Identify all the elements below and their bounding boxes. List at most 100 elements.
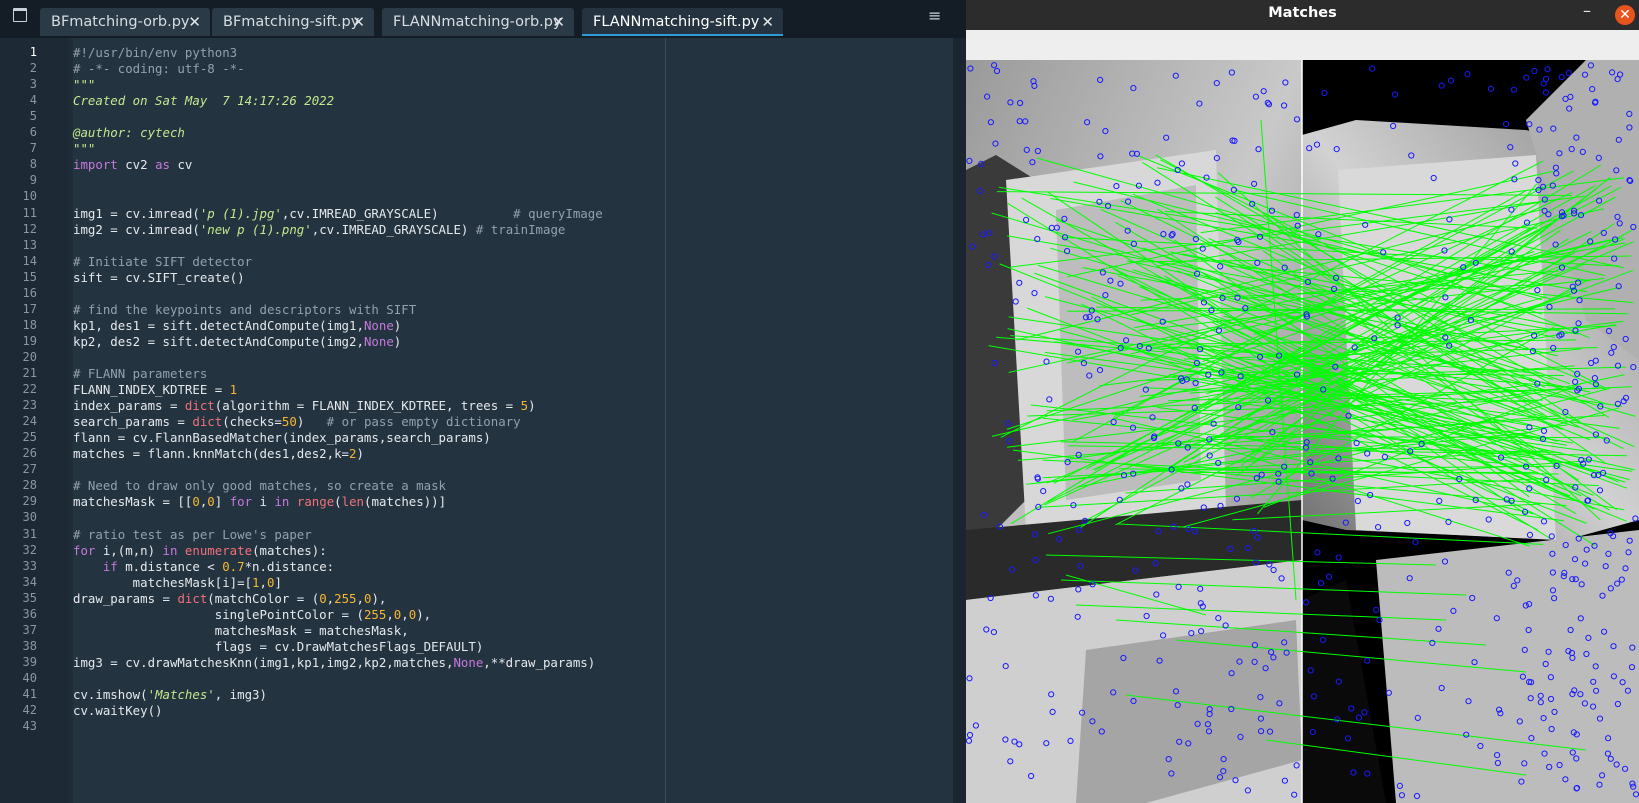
line-number: 27 bbox=[22, 462, 37, 477]
line-number-gutter: 1 2 3 4 5 6 7 8 9 10 11 12 13 14 15 16 17 18 19 20 21 22 23 24 2… bbox=[0, 38, 68, 803]
code-line[interactable]: @author: cytech bbox=[73, 125, 185, 140]
line-number: 28 bbox=[22, 478, 37, 493]
tab-bar: BFmatching-orb.py ✕ BFmatching-sift.py ✕ FLA… bbox=[0, 0, 966, 38]
code-line[interactable]: # FLANN parameters bbox=[73, 366, 207, 381]
line-number: 19 bbox=[22, 333, 37, 348]
tab-label: BFmatching-sift.py bbox=[223, 14, 360, 30]
matches-window: Matches – ✕ bbox=[966, 0, 1639, 803]
code-line[interactable]: matchesMask = matchesMask, bbox=[73, 623, 409, 638]
tab-close-icon[interactable]: ✕ bbox=[352, 8, 365, 36]
line-number: 39 bbox=[22, 654, 37, 669]
code-line[interactable]: #!/usr/bin/env python3 bbox=[73, 45, 237, 60]
tab-flannmatching-orb-py[interactable]: FLANNmatching-orb.py ✕ bbox=[382, 8, 574, 36]
line-number: 30 bbox=[22, 510, 37, 525]
line-length-ruler bbox=[665, 38, 666, 803]
line-number: 22 bbox=[22, 382, 37, 397]
code-line[interactable]: # find the keypoints and descriptors wit… bbox=[73, 302, 416, 317]
code-line[interactable]: matchesMask[i]=[1,0] bbox=[73, 575, 282, 590]
code-line[interactable]: if m.distance < 0.7*n.distance: bbox=[73, 559, 334, 574]
line-number: 11 bbox=[22, 205, 37, 220]
line-number: 1 bbox=[29, 45, 37, 59]
tab-label: BFmatching-orb.py bbox=[51, 14, 190, 30]
line-number: 18 bbox=[22, 317, 37, 332]
code-line[interactable]: search_params = dict(checks=50) # or pas… bbox=[73, 414, 521, 429]
line-number: 20 bbox=[22, 349, 37, 364]
line-number: 21 bbox=[22, 366, 37, 380]
line-number: 5 bbox=[29, 109, 37, 124]
window-toolbar bbox=[966, 30, 1639, 61]
line-number: 25 bbox=[22, 430, 37, 445]
code-line[interactable]: # ratio test as per Lowe's paper bbox=[73, 527, 312, 542]
line-number: 14 bbox=[22, 253, 37, 268]
line-number: 40 bbox=[22, 670, 37, 685]
code-line[interactable]: kp1, des1 = sift.detectAndCompute(img1,N… bbox=[73, 318, 401, 333]
code-line[interactable]: index_params = dict(algorithm = FLANN_IN… bbox=[73, 398, 536, 413]
line-number: 37 bbox=[22, 622, 37, 637]
minimize-button[interactable]: – bbox=[1583, 1, 1591, 20]
code-line[interactable]: img2 = cv.imread('new p (1).png',cv.IMRE… bbox=[73, 222, 565, 237]
line-number: 23 bbox=[22, 398, 37, 413]
tab-close-icon[interactable]: ✕ bbox=[761, 8, 774, 36]
line-number: 26 bbox=[22, 446, 37, 461]
line-number: 3 bbox=[29, 77, 37, 92]
code-line[interactable]: cv.imshow('Matches', img3) bbox=[73, 687, 267, 702]
code-editor: BFmatching-orb.py ✕ BFmatching-sift.py ✕ FLA… bbox=[0, 0, 966, 803]
code-line[interactable]: flann = cv.FlannBasedMatcher(index_param… bbox=[73, 430, 491, 445]
tab-close-icon[interactable]: ✕ bbox=[188, 8, 201, 36]
code-line[interactable]: draw_params = dict(matchColor = (0,255,0… bbox=[73, 591, 386, 606]
line-number: 36 bbox=[22, 606, 37, 621]
tab-bfmatching-orb-py[interactable]: BFmatching-orb.py ✕ bbox=[40, 8, 210, 36]
code-area[interactable]: #!/usr/bin/env python3 # -*- coding: utf-… bbox=[73, 38, 953, 803]
line-number: 15 bbox=[22, 269, 37, 284]
line-number: 38 bbox=[22, 638, 37, 653]
code-line[interactable]: """ bbox=[73, 141, 95, 156]
tab-bfmatching-sift-py[interactable]: BFmatching-sift.py ✕ bbox=[212, 8, 374, 36]
code-line[interactable]: img1 = cv.imread('p (1).jpg',cv.IMREAD_G… bbox=[73, 206, 603, 221]
line-number: 41 bbox=[22, 687, 37, 701]
line-number: 8 bbox=[29, 157, 37, 172]
code-line[interactable]: matchesMask = [[0,0] for i in range(len(… bbox=[73, 494, 446, 509]
tab-close-icon[interactable]: ✕ bbox=[552, 8, 565, 36]
matches-image bbox=[966, 60, 1639, 803]
code-line[interactable]: # Need to draw only good matches, so cre… bbox=[73, 478, 446, 493]
vertical-scrollbar[interactable] bbox=[953, 38, 966, 803]
code-line[interactable]: Created on Sat May 7 14:17:26 2022 bbox=[73, 93, 334, 108]
line-number: 42 bbox=[22, 703, 37, 718]
line-number: 32 bbox=[22, 542, 37, 557]
hamburger-menu-icon[interactable]: ≡ bbox=[928, 6, 941, 25]
window-menu-icon[interactable] bbox=[13, 8, 27, 22]
window-title: Matches bbox=[1268, 5, 1337, 21]
line-number: 10 bbox=[22, 189, 37, 204]
code-line[interactable]: singlePointColor = (255,0,0), bbox=[73, 607, 431, 622]
code-line[interactable]: matches = flann.knnMatch(des1,des2,k=2) bbox=[73, 446, 364, 461]
line-number: 33 bbox=[22, 558, 37, 573]
line-number: 29 bbox=[22, 494, 37, 509]
code-line[interactable]: FLANN_INDEX_KDTREE = 1 bbox=[73, 382, 237, 397]
code-line[interactable]: img3 = cv.drawMatchesKnn(img1,kp1,img2,k… bbox=[73, 655, 595, 670]
window-titlebar[interactable]: Matches – ✕ bbox=[966, 0, 1639, 30]
code-line[interactable]: # Initiate SIFT detector bbox=[73, 254, 252, 269]
code-line[interactable]: # -*- coding: utf-8 -*- bbox=[73, 61, 245, 76]
code-line[interactable]: import cv2 as cv bbox=[73, 157, 192, 172]
code-line[interactable]: for i,(m,n) in enumerate(matches): bbox=[73, 543, 327, 558]
line-number: 16 bbox=[22, 285, 37, 300]
tab-flannmatching-sift-py[interactable]: FLANNmatching-sift.py ✕ bbox=[582, 8, 783, 36]
line-number: 35 bbox=[22, 590, 37, 605]
line-number: 24 bbox=[22, 414, 37, 429]
line-number: 2 bbox=[29, 61, 37, 76]
code-line[interactable]: sift = cv.SIFT_create() bbox=[73, 270, 245, 285]
line-number: 12 bbox=[22, 221, 37, 236]
code-line[interactable]: kp2, des2 = sift.detectAndCompute(img2,N… bbox=[73, 334, 401, 349]
tab-label: FLANNmatching-sift.py bbox=[593, 14, 760, 30]
code-line[interactable]: flags = cv.DrawMatchesFlags_DEFAULT) bbox=[73, 639, 484, 654]
close-window-button[interactable]: ✕ bbox=[1615, 5, 1635, 25]
line-number: 4 bbox=[29, 93, 37, 108]
line-number: 31 bbox=[22, 526, 37, 541]
line-number: 17 bbox=[22, 301, 37, 316]
line-number: 6 bbox=[29, 125, 37, 140]
code-line[interactable]: cv.waitKey() bbox=[73, 703, 163, 718]
line-number: 34 bbox=[22, 574, 37, 589]
code-line[interactable]: """ bbox=[73, 77, 95, 92]
line-number: 9 bbox=[29, 173, 37, 188]
line-number: 43 bbox=[22, 719, 37, 734]
